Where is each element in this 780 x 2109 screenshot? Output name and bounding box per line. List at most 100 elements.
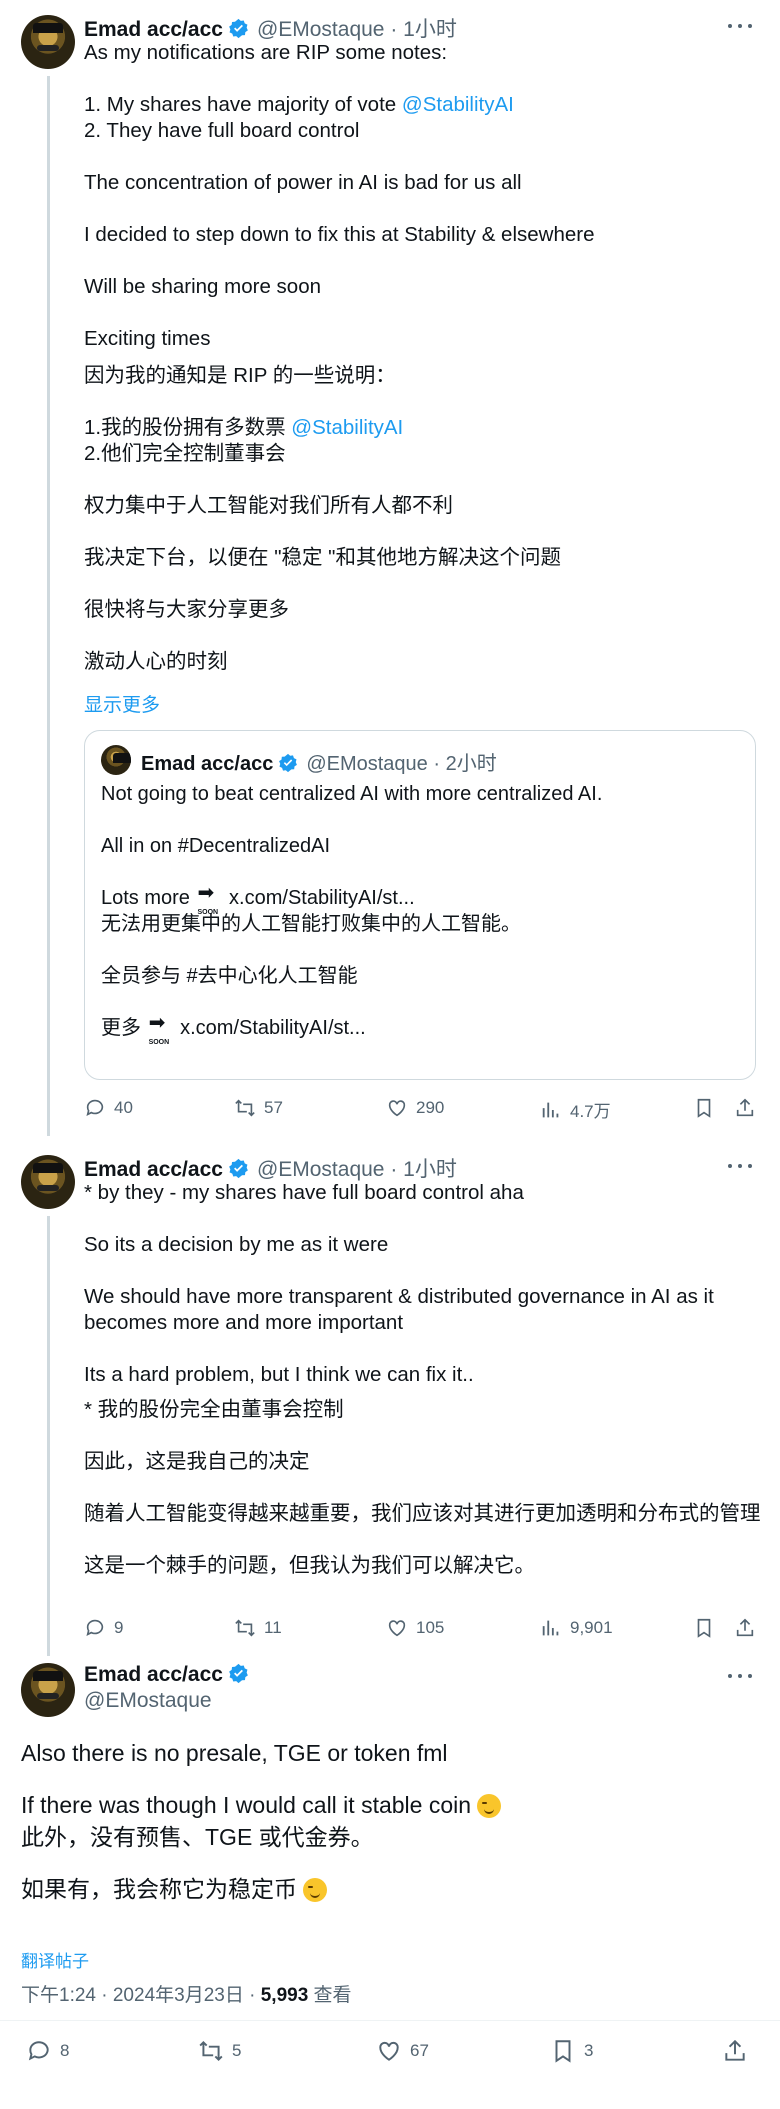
quoted-tweet[interactable]: Emad acc/acc @EMostaque · 2小时 Not going t… (84, 730, 756, 1080)
retweet-icon (235, 1619, 255, 1637)
translate-post-link[interactable]: 翻译帖子 (21, 1947, 89, 1972)
smirk-emoji-icon (477, 1794, 502, 1818)
author-handle[interactable]: @EMostaque (257, 18, 385, 41)
views-button[interactable]: 9,901 (540, 1617, 613, 1639)
divider (0, 2020, 780, 2021)
tweet-2[interactable]: Emad acc/acc @EMostaque · 1小时 * by they -… (0, 1140, 780, 1660)
quote-line: 全员参与 #去中心化人工智能 (101, 965, 358, 987)
retweet-icon (199, 2040, 223, 2062)
author-name[interactable]: Emad acc/acc (84, 1663, 223, 1686)
views-button[interactable]: 4.7万 (540, 1097, 611, 1122)
quote-text: Not going to beat centralized AI with mo… (101, 781, 741, 1056)
timestamp[interactable]: 下午1:24 · 2024年3月23日 · (21, 1985, 261, 2006)
retweet-count: 57 (264, 1098, 283, 1117)
reply-button[interactable]: 40 (84, 1097, 133, 1119)
reply-icon (28, 2041, 49, 2061)
retweet-count: 5 (232, 2041, 242, 2060)
share-icon (725, 2039, 745, 2061)
reply-button[interactable]: 9 (84, 1617, 123, 1639)
views-count: 4.7万 (570, 1102, 611, 1121)
tweet-meta: 下午1:24 · 2024年3月23日 · 5,993 查看 (21, 1980, 352, 2007)
view-count: 5,993 (260, 1985, 309, 2006)
like-button[interactable]: 290 (386, 1097, 444, 1119)
show-more-link[interactable]: 显示更多 (84, 690, 160, 717)
share-button[interactable] (734, 1617, 756, 1644)
soon-arrow-icon (195, 880, 223, 926)
quote-avatar (101, 745, 131, 775)
author-name[interactable]: Emad acc/acc (84, 18, 223, 41)
retweet-button[interactable]: 11 (234, 1617, 282, 1639)
bookmark-button[interactable] (693, 1097, 715, 1124)
quote-author-name: Emad acc/acc (141, 753, 274, 775)
author-handle[interactable]: @EMostaque (84, 1689, 212, 1713)
share-button[interactable] (722, 2038, 748, 2069)
author-name[interactable]: Emad acc/acc (84, 1158, 223, 1181)
verified-badge-icon (278, 753, 298, 779)
action-bar: 9 11 105 9,901 (84, 1617, 760, 1643)
mention-link[interactable]: @StabilityAI (291, 416, 403, 439)
like-count: 105 (416, 1618, 445, 1637)
tweet-time[interactable]: · 1小时 (390, 18, 457, 41)
retweet-icon (235, 1099, 255, 1117)
avatar[interactable] (21, 1663, 75, 1717)
retweet-count: 11 (264, 1618, 282, 1637)
like-count: 67 (410, 2041, 429, 2060)
like-count: 290 (416, 1098, 445, 1117)
tweet-3-focused[interactable]: Emad acc/acc @EMostaque Also there is no… (0, 1660, 780, 2109)
bookmark-count: 3 (584, 2041, 594, 2060)
thread-line (47, 1216, 50, 1656)
more-icon[interactable] (726, 1156, 756, 1176)
quote-line: Not going to beat centralized AI with mo… (101, 783, 603, 805)
bookmark-icon (697, 1618, 711, 1638)
mention-link[interactable]: @StabilityAI (402, 93, 514, 116)
translation-text: * 我的股份完全由董事会控制 因此，这是我自己的决定 随着人工智能变得越来越重要… (84, 1398, 761, 1577)
bookmark-icon (697, 1098, 711, 1118)
retweet-button[interactable]: 57 (234, 1097, 283, 1119)
retweet-button[interactable]: 5 (198, 2038, 241, 2064)
thread-line (47, 76, 50, 1136)
reply-count: 8 (60, 2041, 70, 2060)
author-handle[interactable]: @EMostaque (257, 1158, 385, 1181)
bookmark-icon (555, 2040, 571, 2063)
more-icon[interactable] (726, 16, 756, 36)
like-icon (388, 1100, 406, 1117)
reply-button[interactable]: 8 (26, 2038, 69, 2064)
reply-count: 9 (114, 1618, 124, 1637)
reply-icon (86, 1619, 104, 1636)
tweet-time[interactable]: · 1小时 (390, 1158, 457, 1181)
action-bar: 8 5 67 3 (26, 2038, 756, 2064)
quote-line: Lots more x.com/StabilityAI/st... (101, 880, 741, 926)
like-icon (388, 1620, 406, 1637)
share-button[interactable] (734, 1097, 756, 1124)
quote-line: All in on #DecentralizedAI (101, 835, 331, 857)
smirk-emoji-icon (303, 1878, 328, 1902)
reply-icon (86, 1099, 104, 1116)
verified-badge-icon (228, 1663, 249, 1690)
like-button[interactable]: 67 (376, 2038, 429, 2064)
more-icon[interactable] (726, 1666, 756, 1686)
tweet-line: Also there is no presale, TGE or token f… (21, 1740, 448, 1766)
translation-text: 因为我的通知是 RIP 的一些说明： 1.我的股份拥有多数票 @Stabilit… (84, 364, 561, 673)
views-icon (542, 1102, 559, 1117)
tweet-header: Emad acc/acc (84, 1663, 249, 1690)
bookmark-button[interactable] (693, 1617, 715, 1644)
quote-line: 更多 x.com/StabilityAI/st... (101, 1010, 741, 1056)
quote-author-handle: @EMostaque (306, 753, 428, 775)
avatar[interactable] (21, 15, 75, 69)
views-icon (542, 1620, 559, 1636)
quote-link[interactable]: x.com/StabilityAI/st... (175, 1017, 366, 1039)
tweet-text: * by they - my shares have full board co… (84, 1181, 714, 1386)
tweet-text: Also there is no presale, TGE or token f… (21, 1738, 761, 1904)
reply-count: 40 (114, 1098, 133, 1117)
avatar[interactable] (21, 1155, 75, 1209)
views-label: 查看 (308, 1985, 352, 2006)
like-icon (379, 2041, 399, 2061)
action-bar: 40 57 290 4.7万 (84, 1097, 760, 1123)
tweet-line: 此外，没有预售、TGE 或代金券。 (21, 1824, 374, 1850)
tweet-line: If there was though I would call it stab… (21, 1790, 761, 1820)
like-button[interactable]: 105 (386, 1617, 444, 1639)
tweet-1[interactable]: Emad acc/acc @EMostaque · 1小时 As my notif… (0, 0, 780, 1140)
bookmark-button[interactable]: 3 (550, 2038, 593, 2064)
views-count: 9,901 (570, 1618, 613, 1637)
quote-link[interactable]: x.com/StabilityAI/st... (223, 887, 415, 909)
